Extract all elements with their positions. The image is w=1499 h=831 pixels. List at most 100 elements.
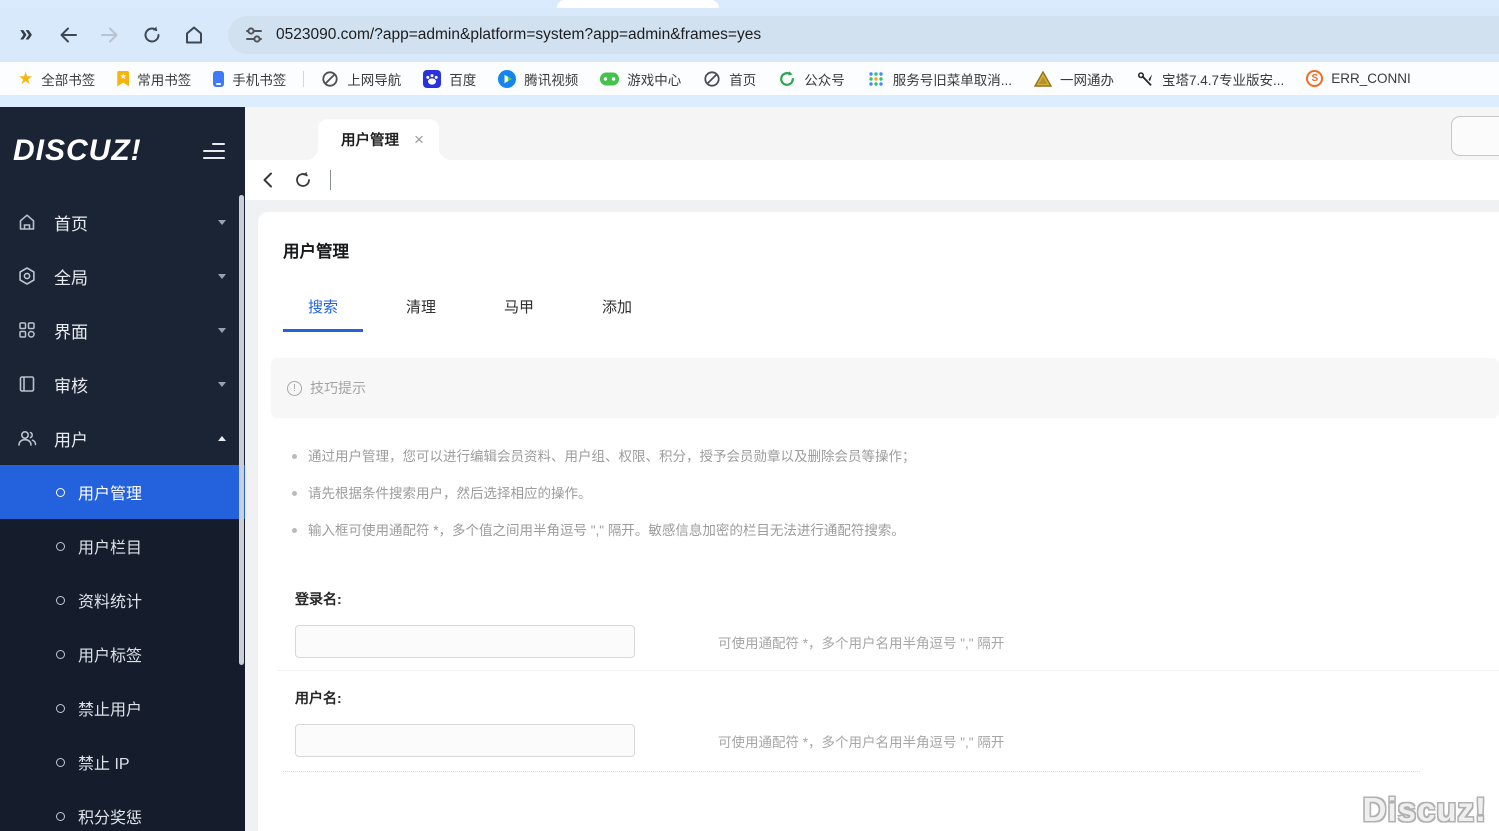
recycle-arrows-icon: [778, 70, 796, 88]
bookmark-label: ERR_CONNI: [1331, 71, 1411, 86]
gold-triangle-icon: [1034, 70, 1053, 87]
bookmarks-bar: ★ 全部书签 常用书签 手机书签 上网导航 百度 腾讯视频 游戏中心: [0, 62, 1499, 95]
sidebar-collapse-icon[interactable]: [203, 143, 225, 159]
sidebar-item-global[interactable]: 全局: [0, 249, 245, 303]
url-text[interactable]: 0523090.com/?app=admin&platform=system?a…: [276, 26, 761, 44]
bookmark-homepage[interactable]: 首页: [692, 66, 767, 92]
active-browser-tab[interactable]: [557, 0, 719, 8]
submenu-item-label: 资料统计: [78, 594, 143, 611]
bookmark-label: 宝塔7.4.7专业版安...: [1162, 72, 1285, 88]
chevron-down-icon: [218, 219, 226, 225]
tab-sockpuppet[interactable]: 马甲: [479, 296, 559, 332]
bookmark-tencent-video[interactable]: 腾讯视频: [487, 66, 589, 92]
tip-item: 输入框可使用通配符 *，多个值之间用半角逗号 "," 隔开。敏感信息加密的栏目无…: [283, 522, 1499, 539]
sidebar-scrollbar[interactable]: [239, 195, 244, 665]
text-caret: [330, 170, 331, 190]
url-bar[interactable]: 0523090.com/?app=admin&platform=system?a…: [228, 16, 1499, 54]
sidebar: DISCUZ! 首页 全局 界面 审核 用户 用户管理 用户栏目 资料统计 用户…: [0, 107, 245, 831]
sidebar-item-interface[interactable]: 界面: [0, 303, 245, 357]
tab-add[interactable]: 添加: [577, 296, 657, 332]
dotted-divider: [283, 771, 1420, 772]
browser-toolbar: » 0523090.com/?app=admin&platform=system…: [0, 8, 1499, 62]
refresh-icon[interactable]: [293, 170, 313, 190]
site-info-icon[interactable]: [244, 25, 264, 45]
pen-icon: [1136, 70, 1154, 88]
bookmark-label: 服务号旧菜单取消...: [892, 72, 1013, 88]
bookmark-label: 上网导航: [347, 72, 402, 88]
login-name-input[interactable]: [295, 625, 635, 658]
bullet-circle-icon: [56, 595, 65, 605]
layout-grid-icon: [16, 319, 38, 341]
bookmark-label: 游戏中心: [627, 72, 682, 88]
bookmark-label: 全部书签: [41, 72, 96, 88]
submenu-item-user-columns[interactable]: 用户栏目: [0, 519, 245, 573]
username-label: 用户名:: [295, 690, 342, 706]
home-icon: [16, 211, 38, 233]
tips-header: 技巧提示: [271, 358, 1499, 418]
submenu-item-ban-users[interactable]: 禁止用户: [0, 681, 245, 735]
main-area: 用户管理 × 用户管理 搜索 清理 马甲 添加 技: [245, 107, 1499, 831]
bookmark-label: 一网通办: [1060, 72, 1115, 88]
submenu-item-credit-rewards[interactable]: 积分奖惩: [0, 789, 245, 831]
submenu-item-label: 用户管理: [78, 486, 143, 503]
tips-title: 技巧提示: [310, 380, 366, 396]
bookmark-label: 百度: [449, 72, 477, 88]
bookmark-all[interactable]: ★ 全部书签: [7, 66, 106, 92]
sidebar-item-label: 用户: [54, 430, 88, 450]
bookmark-frequent[interactable]: 常用书签: [106, 66, 202, 92]
tab-clean[interactable]: 清理: [381, 296, 461, 332]
sidebar-item-label: 全局: [54, 268, 88, 288]
divider: [277, 670, 1499, 671]
bookmark-label: 首页: [729, 72, 757, 88]
chevron-down-icon: [218, 381, 226, 387]
reload-icon[interactable]: [134, 17, 170, 53]
slashed-circle-icon: [703, 70, 721, 88]
page-title: 用户管理: [283, 243, 349, 261]
bookmark-err-conn[interactable]: ERR_CONNI: [1295, 66, 1422, 92]
overflow-chevrons-icon[interactable]: »: [8, 17, 44, 53]
bookmark-official-account[interactable]: 公众号: [767, 66, 856, 92]
discuz-logo[interactable]: DISCUZ!: [13, 134, 142, 168]
submenu-item-profile-stats[interactable]: 资料统计: [0, 573, 245, 627]
tip-item: 通过用户管理，您可以进行编辑会员资料、用户组、权限、积分，授予会员勋章以及删除会…: [283, 448, 1499, 465]
users-submenu: 用户管理 用户栏目 资料统计 用户标签 禁止用户 禁止 IP 积分奖惩: [0, 465, 245, 831]
sidebar-item-users[interactable]: 用户: [0, 411, 245, 465]
bullet-circle-icon: [56, 649, 65, 659]
users-icon: [16, 427, 38, 449]
theme-strip: [0, 95, 1499, 107]
submenu-item-user-tags[interactable]: 用户标签: [0, 627, 245, 681]
bookmark-label: 手机书签: [232, 72, 287, 88]
bookmark-service-menu[interactable]: 服务号旧菜单取消...: [856, 66, 1023, 92]
submenu-item-label: 禁止用户: [78, 702, 143, 719]
bookmark-ribbon-icon: [117, 70, 130, 87]
bookmark-label: 公众号: [804, 72, 845, 88]
bookmark-label: 腾讯视频: [524, 72, 579, 88]
username-input[interactable]: [295, 724, 635, 757]
workspace-toolbar: [245, 160, 1499, 200]
close-icon[interactable]: ×: [414, 131, 424, 148]
sidebar-item-audit[interactable]: 审核: [0, 357, 245, 411]
sidebar-item-home[interactable]: 首页: [0, 195, 245, 249]
submenu-item-ban-ip[interactable]: 禁止 IP: [0, 735, 245, 789]
bookmark-baota[interactable]: 宝塔7.4.7专业版安...: [1125, 66, 1295, 92]
gamepad-icon: [600, 72, 620, 86]
bookmark-baidu[interactable]: 百度: [412, 66, 487, 92]
submenu-item-label: 禁止 IP: [78, 756, 130, 773]
bookmark-yiwangtongban[interactable]: 一网通办: [1023, 66, 1125, 92]
workspace-tab-user-management[interactable]: 用户管理 ×: [306, 119, 451, 160]
back-chevron-icon[interactable]: [260, 171, 276, 189]
star-icon: ★: [18, 69, 34, 88]
bookmark-mobile[interactable]: 手机书签: [202, 66, 297, 92]
submenu-item-label: 用户标签: [78, 648, 143, 665]
tab-search[interactable]: 搜索: [283, 296, 363, 332]
tab-strip-corner-button[interactable]: [1451, 116, 1499, 156]
bookmark-game-center[interactable]: 游戏中心: [589, 66, 692, 92]
bookmark-nav[interactable]: 上网导航: [310, 66, 412, 92]
back-icon[interactable]: [50, 17, 86, 53]
submenu-item-label: 积分奖惩: [78, 810, 143, 827]
submenu-item-user-management[interactable]: 用户管理: [0, 465, 245, 519]
chevron-down-icon: [218, 327, 226, 333]
bullet-circle-icon: [56, 703, 65, 713]
username-hint: 可使用通配符 *，多个用户名用半角逗号 "," 隔开: [718, 734, 1005, 750]
home-button-icon[interactable]: [176, 17, 212, 53]
